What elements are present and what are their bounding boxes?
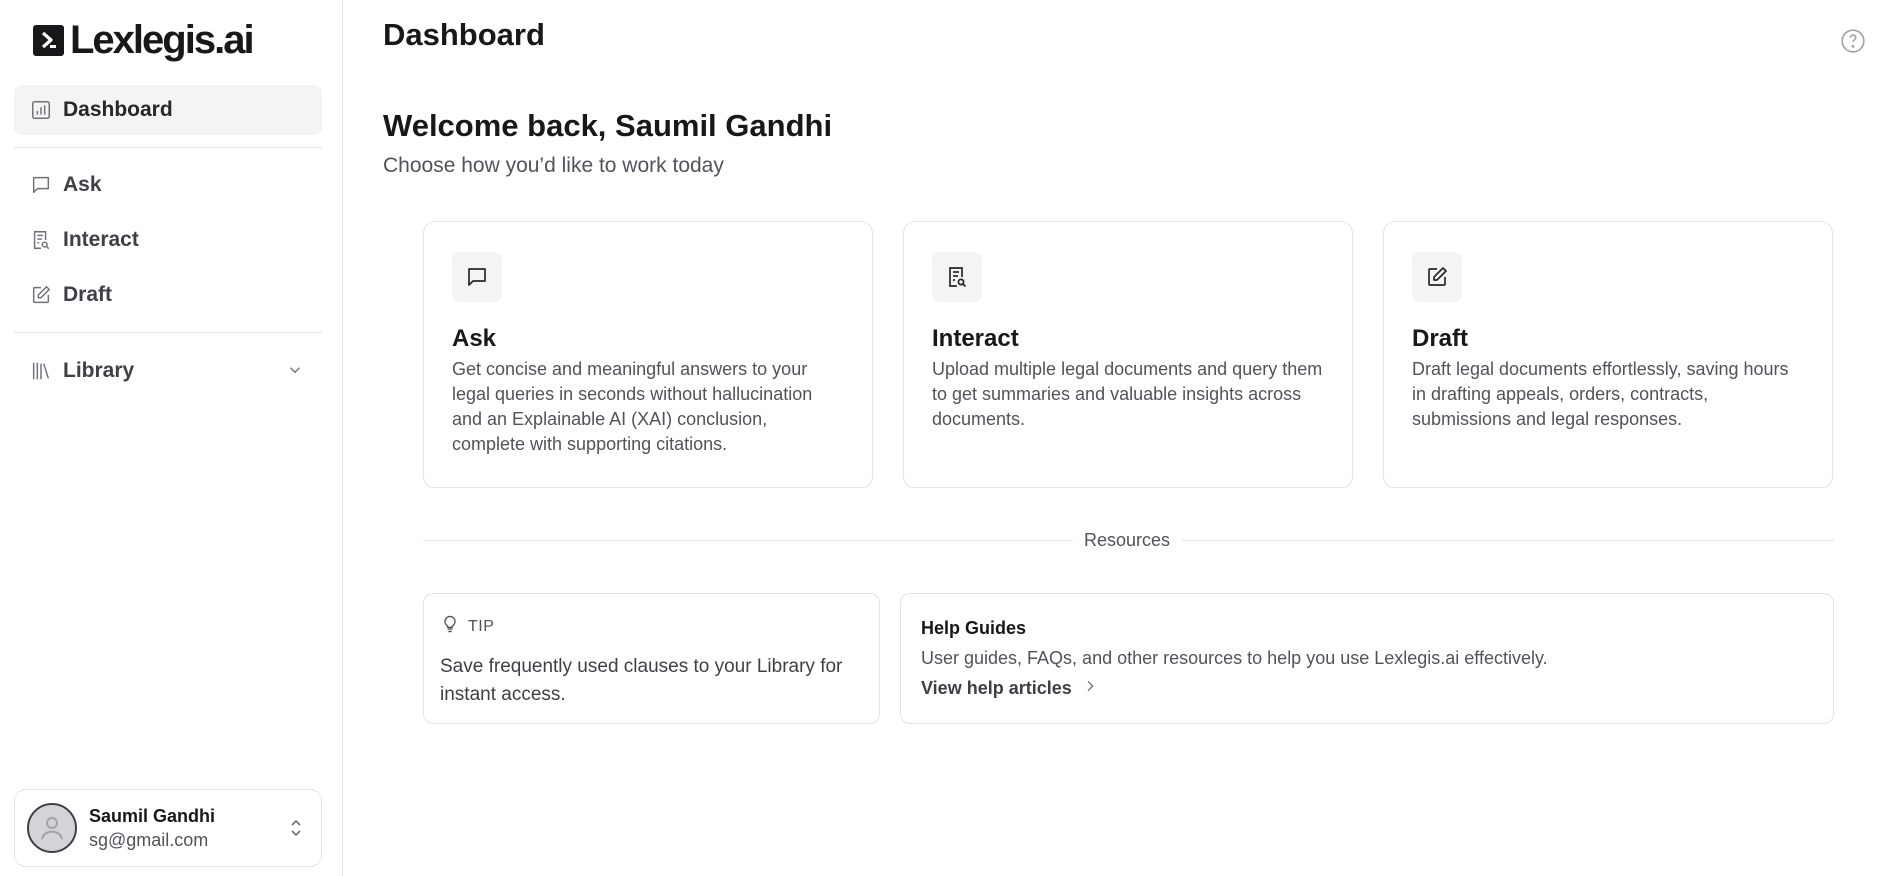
library-icon (29, 359, 53, 383)
document-search-icon (932, 252, 982, 302)
user-menu[interactable]: Saumil Gandhi sg@gmail.com (14, 789, 322, 867)
brand-logo[interactable]: Lexlegis.ai (33, 17, 255, 62)
user-name: Saumil Gandhi (89, 806, 216, 826)
sidebar-item-label: Interact (63, 228, 139, 251)
sidebar-divider (14, 147, 322, 148)
sidebar-item-ask[interactable]: Ask (14, 160, 322, 210)
tip-label: TIP (468, 617, 495, 635)
help-link-label: View help articles (921, 678, 1072, 698)
interact-card[interactable]: Interact Upload multiple legal documents… (903, 221, 1353, 488)
help-circle-icon[interactable] (1840, 28, 1866, 59)
user-icon (41, 817, 63, 840)
chat-icon (452, 252, 502, 302)
help-guides-description: User guides, FAQs, and other resources t… (921, 648, 1548, 668)
card-description: Upload multiple legal documents and quer… (932, 359, 1323, 429)
sidebar: Lexlegis.ai Dashboard Ask Interact Draft… (0, 0, 343, 876)
chevron-up-down-icon (287, 817, 305, 844)
ask-card[interactable]: Ask Get concise and meaningful answers t… (423, 221, 873, 488)
sidebar-item-label: Dashboard (63, 98, 173, 121)
avatar (27, 803, 77, 853)
chevron-down-icon[interactable] (286, 361, 304, 384)
resources-divider (423, 540, 1073, 541)
sidebar-item-label: Ask (63, 173, 102, 196)
welcome-title: Welcome back, Saumil Gandhi (383, 108, 833, 143)
card-title: Draft (1412, 325, 1469, 352)
sidebar-divider (14, 332, 322, 333)
edit-icon (1412, 252, 1462, 302)
card-description: Get concise and meaningful answers to yo… (452, 359, 813, 454)
chart-icon (29, 98, 53, 122)
chat-icon (29, 173, 53, 197)
card-title: Interact (932, 325, 1019, 352)
brand-name: Lexlegis.ai (70, 17, 255, 62)
tip-card: TIP Save frequently used clauses to your… (423, 593, 880, 724)
sidebar-item-label: Library (63, 359, 135, 382)
sidebar-item-interact[interactable]: Interact (14, 215, 322, 265)
help-guides-title: Help Guides (921, 618, 1027, 638)
document-search-icon (29, 228, 53, 252)
resources-divider (1182, 540, 1834, 541)
welcome-subtitle: Choose how you’d like to work today (383, 154, 724, 177)
lightbulb-icon (440, 614, 460, 639)
sidebar-item-label: Draft (63, 283, 113, 306)
resources-label: Resources (1084, 530, 1171, 550)
card-title: Ask (452, 325, 497, 352)
view-help-articles-link[interactable]: View help articles (921, 677, 1098, 700)
sidebar-item-dashboard[interactable]: Dashboard (14, 85, 322, 135)
logo-mark-icon (33, 24, 64, 56)
user-email: sg@gmail.com (89, 830, 209, 850)
chevron-right-icon (1082, 677, 1098, 700)
draft-card[interactable]: Draft Draft legal documents effortlessly… (1383, 221, 1833, 488)
page-title: Dashboard (383, 17, 545, 52)
card-description: Draft legal documents effortlessly, savi… (1412, 359, 1789, 429)
sidebar-item-draft[interactable]: Draft (14, 270, 322, 320)
sidebar-item-library[interactable]: Library (14, 346, 322, 396)
tip-text: Save frequently used clauses to your Lib… (440, 656, 843, 705)
edit-icon (29, 283, 53, 307)
help-guides-card: Help Guides User guides, FAQs, and other… (900, 593, 1834, 724)
